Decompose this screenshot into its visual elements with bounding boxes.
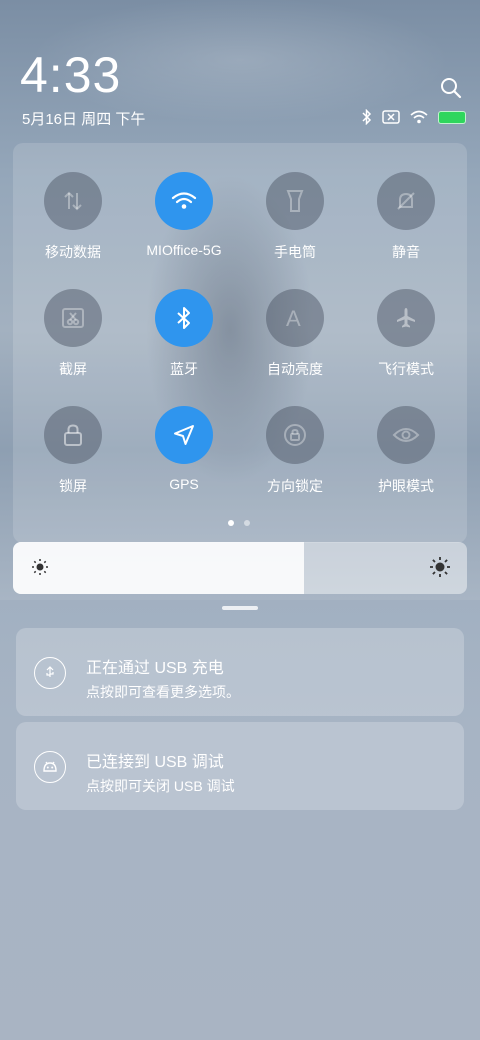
mobile-data-icon[interactable] bbox=[44, 172, 102, 230]
notification-usb-charging[interactable]: 正在通过 USB 充电 点按即可查看更多选项。 bbox=[16, 628, 464, 716]
page-dot-1[interactable] bbox=[228, 520, 234, 526]
search-icon[interactable] bbox=[440, 77, 462, 99]
lock-icon[interactable] bbox=[44, 406, 102, 464]
toggle-label: 自动亮度 bbox=[267, 361, 323, 377]
rotation-lock-icon[interactable] bbox=[266, 406, 324, 464]
toggle-label: MIOffice-5G bbox=[146, 242, 222, 258]
brightness-high-icon bbox=[430, 557, 450, 577]
toggle-label: 静音 bbox=[392, 244, 420, 260]
notification-body: 点按即可关闭 USB 调试 bbox=[86, 778, 235, 794]
sim-card-x-icon bbox=[382, 110, 400, 124]
wifi-icon[interactable] bbox=[155, 172, 213, 230]
wifi-icon bbox=[410, 110, 428, 124]
notification-shade: 4:33 5月16日 周四 下午 移动数据 MIOffice-5G 手电筒 静音截屏 蓝… bbox=[0, 0, 480, 1040]
toggle-label: 手电筒 bbox=[274, 244, 316, 260]
notification-title: 正在通过 USB 充电 bbox=[86, 660, 224, 677]
status-icons bbox=[362, 109, 466, 125]
page-indicator bbox=[228, 520, 250, 526]
toggle-eye-care[interactable]: 护眼模式 bbox=[351, 406, 461, 496]
date-label[interactable]: 5月16日 周四 下午 bbox=[22, 108, 145, 129]
toggle-rotation-lock[interactable]: 方向锁定 bbox=[240, 406, 350, 496]
notification-usb-debugging[interactable]: 已连接到 USB 调试 点按即可关闭 USB 调试 bbox=[16, 722, 464, 810]
usb-charging-icon bbox=[34, 657, 66, 689]
brightness-fill bbox=[13, 542, 304, 594]
brightness-low-icon bbox=[32, 559, 48, 575]
clock[interactable]: 4:33 bbox=[20, 46, 121, 104]
toggle-lock-screen[interactable]: 锁屏 bbox=[18, 406, 128, 496]
toggle-flashlight[interactable]: 手电筒 bbox=[240, 172, 350, 262]
navigation-arrow-icon[interactable] bbox=[155, 406, 213, 464]
bluetooth-icon[interactable] bbox=[155, 289, 213, 347]
android-debug-icon bbox=[34, 751, 66, 783]
bell-off-icon[interactable] bbox=[377, 172, 435, 230]
toggle-label: 护眼模式 bbox=[378, 478, 434, 494]
drag-handle[interactable] bbox=[222, 606, 258, 610]
svg-text:A: A bbox=[286, 306, 301, 331]
battery-icon bbox=[438, 110, 466, 124]
toggle-label: 截屏 bbox=[59, 361, 87, 377]
toggle-label: 锁屏 bbox=[59, 478, 87, 494]
toggle-wifi[interactable]: MIOffice-5G bbox=[129, 172, 239, 258]
notification-title: 已连接到 USB 调试 bbox=[86, 754, 224, 771]
flashlight-icon[interactable] bbox=[266, 172, 324, 230]
toggle-label: 方向锁定 bbox=[267, 478, 323, 494]
eye-icon[interactable] bbox=[377, 406, 435, 464]
toggle-gps[interactable]: GPS bbox=[129, 406, 239, 492]
toggle-label: 飞行模式 bbox=[378, 361, 434, 377]
auto-brightness-icon[interactable]: A bbox=[266, 289, 324, 347]
toggle-screenshot[interactable]: 截屏 bbox=[18, 289, 128, 379]
toggle-auto-brightness[interactable]: A 自动亮度 bbox=[240, 289, 350, 379]
page-dot-2[interactable] bbox=[244, 520, 250, 526]
toggle-mobile-data[interactable]: 移动数据 bbox=[18, 172, 128, 262]
toggle-bluetooth[interactable]: 蓝牙 bbox=[129, 289, 239, 379]
bluetooth-icon bbox=[362, 109, 372, 125]
toggle-silent[interactable]: 静音 bbox=[351, 172, 461, 262]
toggle-label: 蓝牙 bbox=[170, 361, 198, 377]
notification-body: 点按即可查看更多选项。 bbox=[86, 684, 240, 700]
toggle-label: GPS bbox=[169, 476, 199, 492]
airplane-icon[interactable] bbox=[377, 289, 435, 347]
screenshot-icon[interactable] bbox=[44, 289, 102, 347]
toggle-airplane[interactable]: 飞行模式 bbox=[351, 289, 461, 379]
toggle-label: 移动数据 bbox=[45, 244, 101, 260]
brightness-slider[interactable] bbox=[13, 542, 467, 594]
